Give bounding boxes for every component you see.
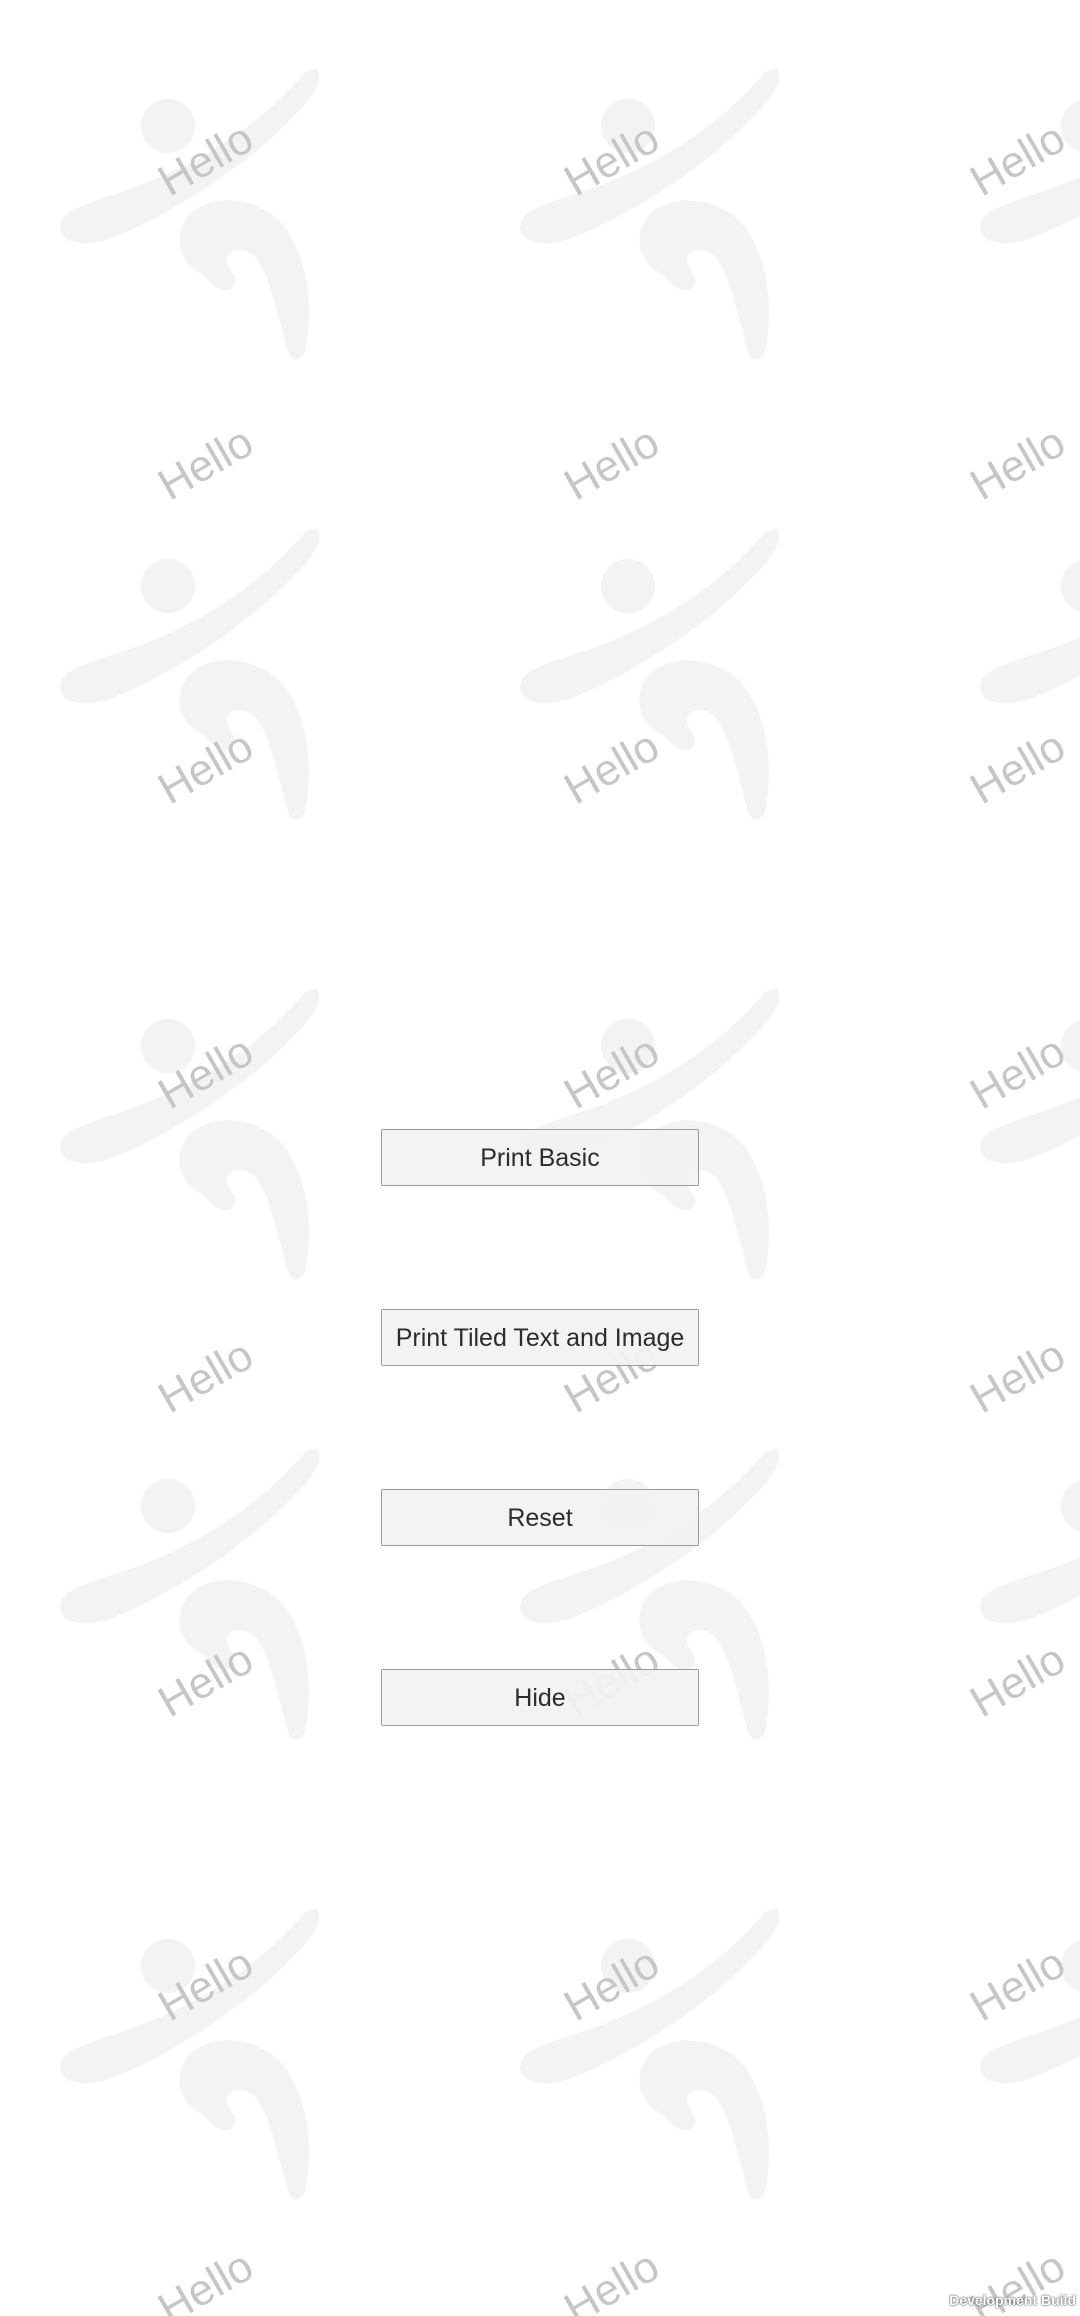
app-screen: Hello Hello Hello Hello Hello Hello Hell… xyxy=(0,0,1080,2316)
watermark-text: Hello xyxy=(556,2241,668,2316)
watermark-text: Hello xyxy=(962,1330,1074,1423)
watermark-text: Hello xyxy=(556,113,668,206)
figure-logo-icon xyxy=(979,1940,1080,2084)
figure-logo-icon xyxy=(979,560,1080,704)
figure-logo-icon xyxy=(59,68,320,360)
figure-logo-icon xyxy=(519,1908,780,2200)
development-build-label: Development Build xyxy=(949,2292,1076,2308)
watermark-text: Hello xyxy=(962,417,1074,510)
figure-logo-icon xyxy=(59,528,320,820)
print-basic-button[interactable]: Print Basic xyxy=(381,1129,699,1186)
figure-logo-icon xyxy=(979,1020,1080,1164)
watermark-text: Hello xyxy=(150,1026,262,1119)
figure-logo-icon xyxy=(59,1448,320,1740)
watermark-text: Hello xyxy=(962,1938,1074,2031)
watermark-text: Hello xyxy=(150,1634,262,1727)
reset-button[interactable]: Reset xyxy=(381,1489,699,1546)
figure-logo-icon xyxy=(979,100,1080,244)
figure-logo-icon xyxy=(59,988,320,1280)
watermark-text: Hello xyxy=(556,417,668,510)
watermark-text: Hello xyxy=(150,1938,262,2031)
watermark-text: Hello xyxy=(150,2241,262,2316)
figure-logo-icon xyxy=(519,528,780,820)
figure-logo-icon xyxy=(59,1908,320,2200)
watermark-text: Hello xyxy=(150,1330,262,1423)
watermark-text: Hello xyxy=(556,721,668,814)
watermark-text: Hello xyxy=(150,721,262,814)
watermark-text: Hello xyxy=(962,721,1074,814)
watermark-text: Hello xyxy=(150,113,262,206)
watermark-text: Hello xyxy=(962,1026,1074,1119)
watermark-text: Hello xyxy=(150,417,262,510)
figure-logo-icon xyxy=(519,68,780,360)
hide-button[interactable]: Hide xyxy=(381,1669,699,1726)
watermark-text: Hello xyxy=(556,1026,668,1119)
watermark-text: Hello xyxy=(556,1938,668,2031)
watermark-text: Hello xyxy=(962,1634,1074,1727)
figure-logo-icon xyxy=(979,1480,1080,1624)
watermark-text: Hello xyxy=(962,113,1074,206)
print-tiled-text-and-image-button[interactable]: Print Tiled Text and Image xyxy=(381,1309,699,1366)
